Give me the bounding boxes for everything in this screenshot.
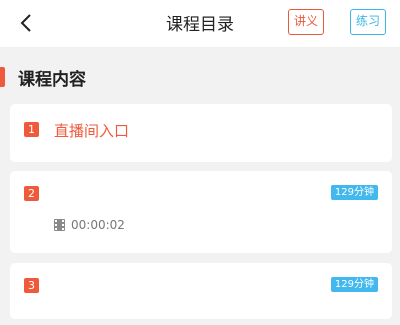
lesson-item[interactable]: 2 129分钟 00:00:02	[10, 171, 392, 253]
lesson-item[interactable]: 3 129分钟	[10, 263, 392, 319]
section-title: 课程内容	[18, 70, 86, 90]
notes-button[interactable]: 讲义	[288, 9, 324, 35]
lesson-number: 2	[24, 186, 39, 201]
page-title: 课程目录	[166, 15, 234, 35]
practice-button[interactable]: 练习	[350, 9, 386, 35]
play-time: 00:00:02	[71, 218, 125, 232]
film-icon	[54, 219, 65, 231]
duration-badge: 129分钟	[330, 277, 378, 292]
section-header: 课程内容	[0, 62, 400, 92]
lesson-title: 直播间入口	[54, 122, 130, 140]
lesson-number: 3	[24, 278, 39, 293]
section-accent-bar	[0, 67, 5, 87]
top-navigation-bar: 课程目录 讲义 练习	[0, 0, 400, 47]
lesson-number: 1	[24, 122, 39, 137]
lesson-item[interactable]: 1 直播间入口	[10, 104, 392, 162]
duration-badge: 129分钟	[330, 185, 378, 200]
